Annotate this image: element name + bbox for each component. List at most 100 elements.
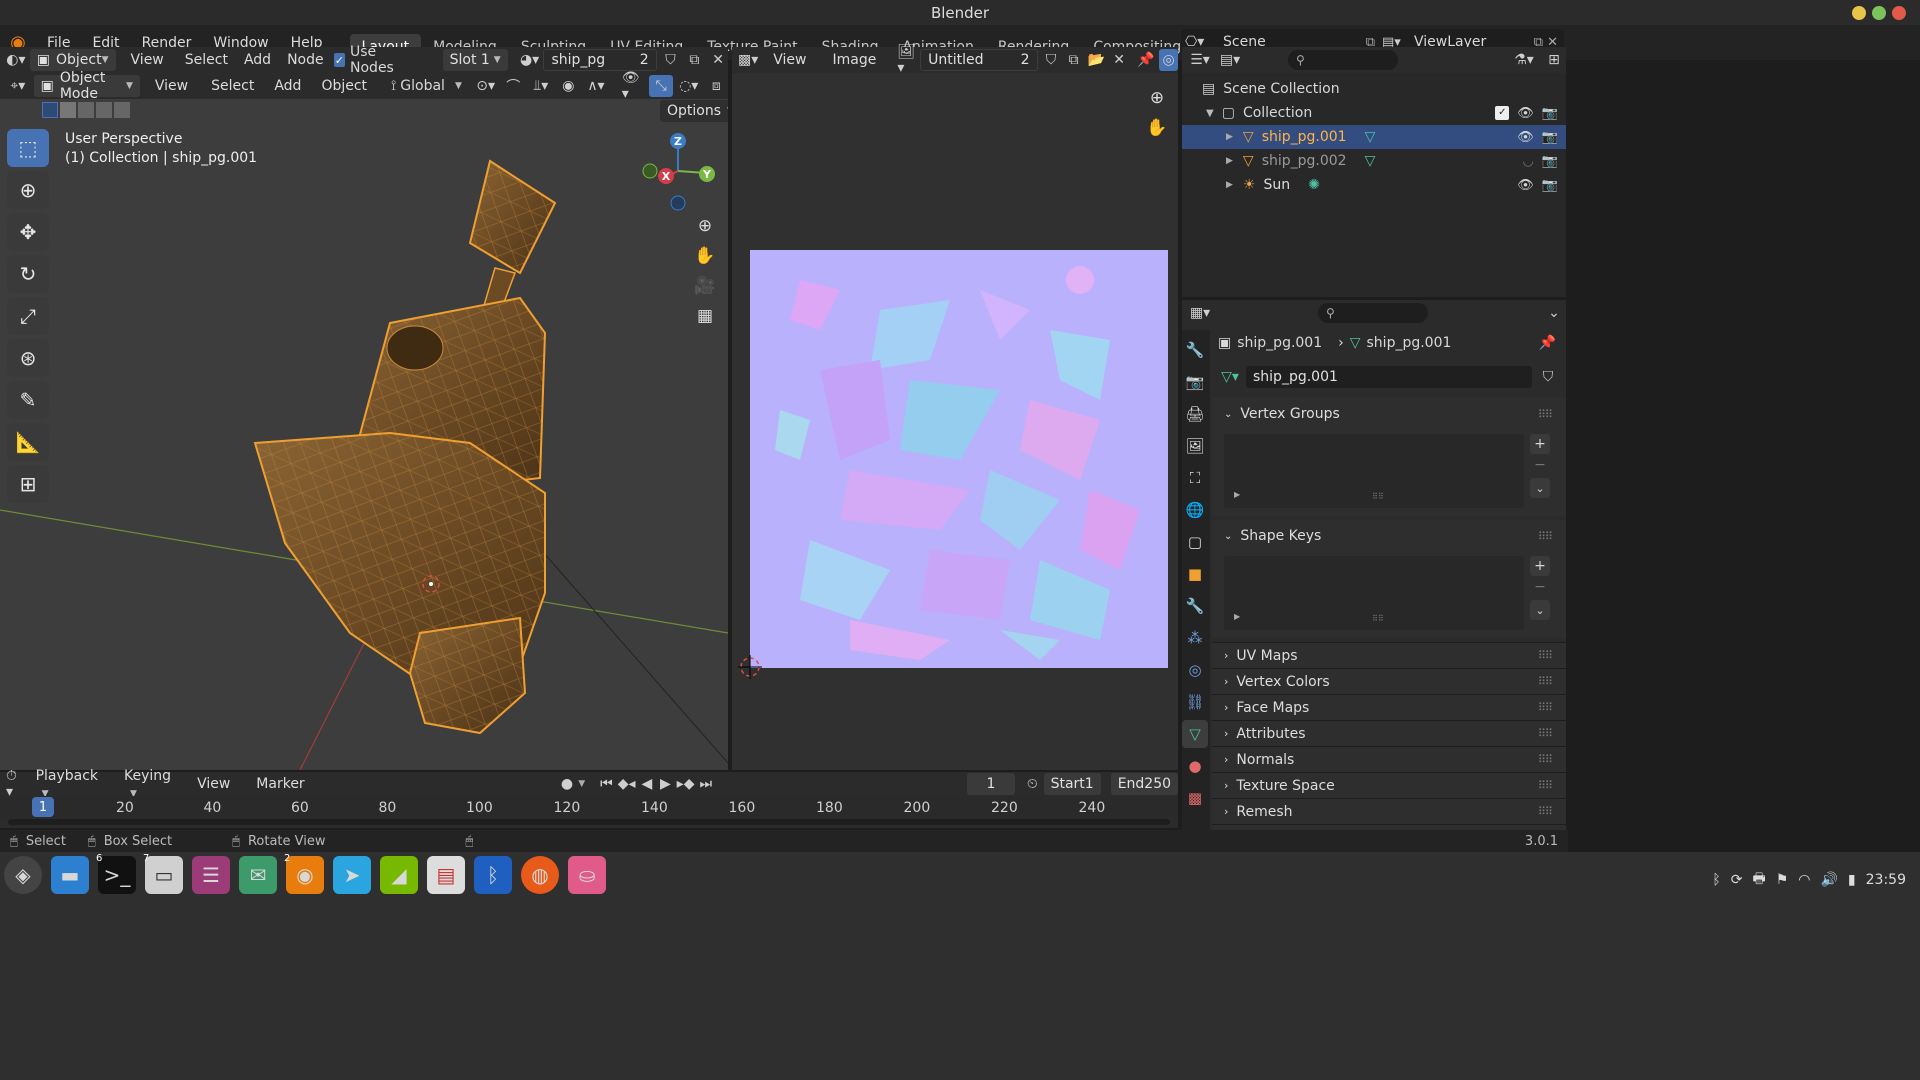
panel-face-maps[interactable]: › Face Maps ⠿⠿	[1212, 694, 1566, 720]
pan-hand-icon[interactable]: ✋	[690, 241, 720, 271]
properties-editor-type-icon[interactable]: ▦▾	[1188, 302, 1212, 324]
add-item-icon[interactable]: +	[1530, 556, 1550, 576]
shader-view-menu[interactable]: View	[120, 52, 175, 68]
properties-options-icon[interactable]: ⌄	[1542, 302, 1566, 324]
image-pan-hand-icon[interactable]: ✋	[1142, 113, 1172, 143]
bluetooth-icon[interactable]: ᛒ	[474, 856, 512, 894]
minimize-button[interactable]	[1852, 6, 1866, 20]
nvidia-icon[interactable]: ◢	[380, 856, 418, 894]
files-icon[interactable]: ▭ 7	[143, 853, 183, 894]
3d-viewport[interactable]: Z Y X User Perspective (1) Collection | …	[0, 73, 728, 770]
add-cube-tool-button[interactable]: ⊞	[7, 465, 49, 503]
image-duplicate-icon[interactable]: ⧉	[1064, 49, 1083, 71]
shader-node-menu[interactable]: Node	[281, 52, 330, 68]
material-browse-icon[interactable]: ◕▾	[520, 49, 540, 71]
viewport-select-menu[interactable]: Select	[203, 78, 262, 94]
prev-key-icon[interactable]: ◆◂	[618, 773, 636, 795]
visibility-icon[interactable]: 👁▾	[622, 70, 646, 102]
particles-tab-icon[interactable]: ⁂	[1182, 624, 1208, 652]
software-center-icon[interactable]: ⛀	[568, 856, 606, 894]
list-expand-arrow-icon[interactable]: ▶	[1234, 490, 1240, 499]
pin-properties-icon[interactable]: 📌	[1539, 335, 1566, 351]
object-select[interactable]: ▣ Object ▼	[29, 49, 116, 71]
render-tab-icon[interactable]: 📷	[1182, 368, 1208, 396]
panel-uv-maps[interactable]: › UV Maps ⠿⠿	[1212, 642, 1566, 668]
list-expand-arrow-icon[interactable]: ▶	[1234, 612, 1240, 621]
tray-printer-icon[interactable]: 🖶	[1752, 868, 1765, 892]
zoom-icon[interactable]: ⊕	[690, 211, 720, 241]
play-icon[interactable]: ▶	[658, 773, 673, 795]
shader-add-menu[interactable]: Add	[238, 52, 277, 68]
constraints-tab-icon[interactable]: ⛓	[1182, 688, 1208, 716]
outliner-item[interactable]: ▶ ▽ ship_pg.001 ▽ 👁 📷	[1182, 125, 1566, 149]
world-tab-icon[interactable]: 🌐	[1182, 496, 1208, 524]
mesh-data-icon[interactable]: ▽	[1365, 153, 1376, 169]
fake-user-shield-icon[interactable]: ⛉	[661, 49, 681, 71]
tray-volume-icon[interactable]: 🔊	[1820, 872, 1837, 888]
use-nodes-toggle[interactable]: ✓ Use Nodes	[333, 44, 411, 76]
list-resize-grip-icon[interactable]: ⠿⠿	[1372, 492, 1384, 501]
app-menu-icon[interactable]: ◈	[4, 856, 42, 894]
tool-tab-icon[interactable]: 🔧	[1182, 336, 1208, 364]
add-item-icon[interactable]: +	[1530, 434, 1550, 454]
mode-select[interactable]: ▣ Object Mode ▼	[33, 70, 140, 102]
next-key-icon[interactable]: ▸◆	[677, 773, 695, 795]
exclude-checkbox[interactable]: ✓	[1495, 105, 1510, 120]
list-menu-icon[interactable]: ⌄	[1530, 478, 1550, 498]
xray-icon[interactable]: ⧈	[704, 75, 728, 97]
editor-type-icon[interactable]: ◐▾	[6, 49, 26, 71]
options-dropdown[interactable]: Options▼	[660, 100, 728, 122]
transform-tool-button[interactable]: ⊛	[7, 339, 49, 377]
camera-icon[interactable]: 📷	[1542, 154, 1558, 169]
slot-select[interactable]: Slot 1 ▼	[442, 49, 508, 71]
viewport-view-menu[interactable]: View	[144, 78, 199, 94]
list-menu-icon[interactable]: ⌄	[1530, 600, 1550, 620]
timeline-view-menu[interactable]: View	[186, 776, 241, 792]
drag-grip-icon[interactable]: ⠿⠿	[1538, 779, 1553, 792]
2d-cursor-icon[interactable]	[738, 655, 762, 679]
collection-tab-icon[interactable]: ▢	[1182, 528, 1208, 556]
pin-icon[interactable]: 📌	[1137, 49, 1156, 71]
annotate-tool-button[interactable]: ✎	[7, 381, 49, 419]
proportional-edit-icon[interactable]: ◉	[557, 75, 581, 97]
falloff-icon[interactable]: ∧▾	[584, 75, 608, 97]
expand-arrow-icon[interactable]: ▶	[1226, 180, 1233, 190]
image-view-menu[interactable]: View	[762, 52, 817, 68]
tray-battery-icon[interactable]: ▮	[1848, 872, 1856, 888]
firefox-icon[interactable]: ◍	[521, 856, 559, 894]
playhead[interactable]: 1	[32, 797, 54, 817]
modifier-tab-icon[interactable]: 🔧	[1182, 592, 1208, 620]
outliner-search-input[interactable]: ⚲	[1288, 50, 1398, 70]
expand-arrow-icon[interactable]: ▶	[1226, 132, 1233, 142]
file-manager-icon[interactable]: ▬	[51, 856, 89, 894]
document-viewer-icon[interactable]: ▤	[427, 856, 465, 894]
current-frame-field[interactable]: 1	[967, 773, 1015, 795]
image-fake-user-icon[interactable]: ⛉	[1042, 49, 1061, 71]
eye-icon[interactable]: 👁	[1517, 130, 1534, 145]
rotate-tool-button[interactable]: ↻	[7, 255, 49, 293]
blender-taskbar-icon[interactable]: ◉ 2	[284, 853, 324, 894]
settings-icon[interactable]: ☰	[192, 856, 230, 894]
camera-icon[interactable]: 📷	[1542, 178, 1558, 193]
eye-icon[interactable]: 👁	[1517, 178, 1534, 193]
timeline-ruler[interactable]: 1 20 40 60 80 100 120 140 160 180 200 220 240	[0, 796, 1178, 818]
mesh-data-icon[interactable]: ▽	[1365, 129, 1376, 145]
outliner-item[interactable]: ▶ ▽ ship_pg.002 ▽ ◡ 📷	[1182, 149, 1566, 173]
pivot-icon[interactable]: ⊙▾	[474, 75, 498, 97]
select-new-icon[interactable]	[42, 102, 58, 118]
view-layer-tab-icon[interactable]: 🖼	[1182, 432, 1208, 460]
tray-wifi-icon[interactable]: ◠	[1798, 872, 1810, 888]
texture-tab-icon[interactable]: ▩	[1182, 784, 1208, 812]
panel-attributes[interactable]: › Attributes ⠿⠿	[1212, 720, 1566, 746]
outliner-editor-type-icon[interactable]: ☰▾	[1188, 49, 1212, 71]
physics-tab-icon[interactable]: ◎	[1182, 656, 1208, 684]
overlay-icon[interactable]: ◌▾	[677, 75, 701, 97]
telegram-icon[interactable]: ➤	[333, 856, 371, 894]
ortho-grid-icon[interactable]: ▦	[690, 301, 720, 331]
measure-tool-button[interactable]: 📐	[7, 423, 49, 461]
select-intersect-icon[interactable]	[114, 102, 130, 118]
gizmo-toggle-icon[interactable]: ⤡	[649, 75, 673, 97]
mesh-fake-user-icon[interactable]: ⛉	[1536, 366, 1560, 388]
panel-texture-space[interactable]: › Texture Space ⠿⠿	[1212, 772, 1566, 798]
end-frame-field[interactable]: End 250	[1110, 773, 1179, 795]
